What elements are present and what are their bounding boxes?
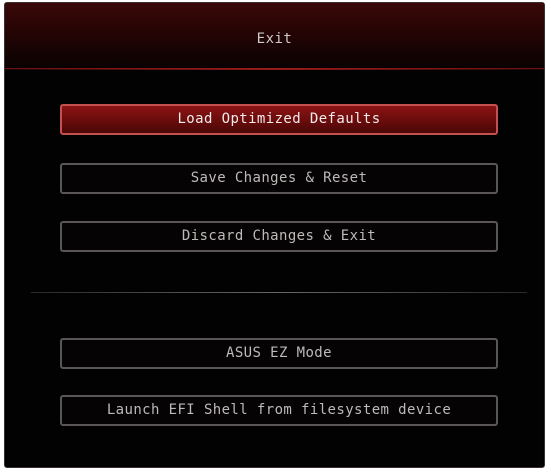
dialog-title-bar: Exit — [5, 3, 544, 70]
save-changes-reset-button[interactable]: Save Changes & Reset — [60, 163, 498, 194]
launch-efi-shell-button[interactable]: Launch EFI Shell from filesystem device — [60, 395, 498, 426]
dialog-title: Exit — [256, 31, 293, 47]
exit-dialog: Exit Load Optimized Defaults Save Change… — [4, 2, 545, 468]
load-optimized-defaults-button[interactable]: Load Optimized Defaults — [60, 104, 498, 135]
asus-ez-mode-button[interactable]: ASUS EZ Mode — [60, 338, 498, 369]
discard-changes-exit-button[interactable]: Discard Changes & Exit — [60, 221, 498, 252]
section-divider — [31, 292, 527, 293]
